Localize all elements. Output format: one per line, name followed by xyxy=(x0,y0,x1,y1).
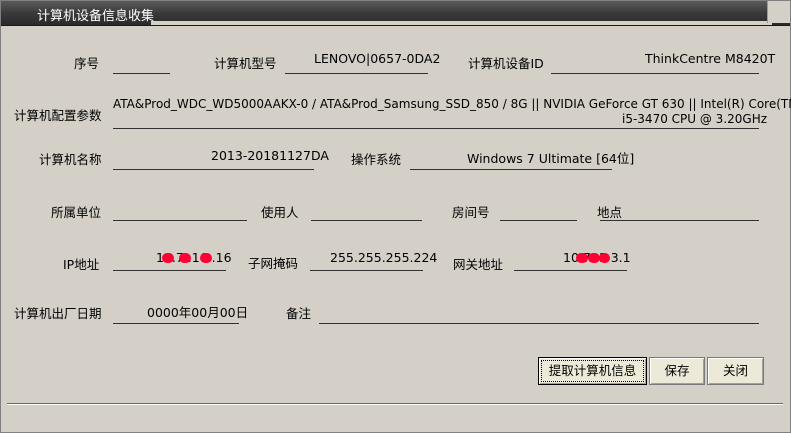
ip-label: IP地址 xyxy=(63,257,100,272)
user-label: 使用人 xyxy=(261,205,299,220)
mask-field[interactable]: 255.255.255.224 xyxy=(330,250,437,265)
device-id-field[interactable]: ThinkCentre M8420T xyxy=(645,51,775,66)
title-bar[interactable]: 计算机设备信息收集 xyxy=(1,1,790,26)
config-label: 计算机配置参数 xyxy=(14,108,102,123)
room-underline xyxy=(500,220,577,221)
save-button[interactable]: 保存 xyxy=(649,357,705,385)
gateway-redaction-3 xyxy=(599,253,610,263)
model-underline xyxy=(285,73,428,74)
ip-redaction-3 xyxy=(200,253,212,263)
ip-redaction-1 xyxy=(162,253,174,263)
os-label: 操作系统 xyxy=(351,152,402,167)
os-field[interactable]: Windows 7 Ultimate [64位] xyxy=(467,148,634,167)
date-underline xyxy=(113,323,239,324)
gateway-label: 网关地址 xyxy=(453,257,504,272)
device-id-underline xyxy=(551,73,759,74)
bottom-separator xyxy=(7,403,783,405)
ip-underline xyxy=(113,270,226,271)
note-underline xyxy=(319,323,759,324)
location-label: 地点 xyxy=(597,205,623,220)
window-title: 计算机设备信息收集 xyxy=(37,9,155,24)
name-underline xyxy=(113,169,314,170)
mask-label: 子网掩码 xyxy=(248,256,299,271)
config-line2[interactable]: i5-3470 CPU @ 3.20GHz xyxy=(622,112,767,126)
dept-label: 所属单位 xyxy=(51,205,102,220)
room-label: 房间号 xyxy=(452,205,490,220)
name-field[interactable]: 2013-20181127DA xyxy=(211,148,329,163)
model-field[interactable]: LENOVO|0657-0DA2 xyxy=(314,51,440,66)
location-underline xyxy=(600,220,759,221)
serial-underline xyxy=(113,73,170,74)
os-underline xyxy=(410,169,612,170)
config-line1[interactable]: ATA&Prod_WDC_WD5000AAKX-0 / ATA&Prod_Sam… xyxy=(113,97,791,111)
model-label: 计算机型号 xyxy=(214,56,277,71)
close-button[interactable]: 关闭 xyxy=(707,357,764,385)
mask-underline xyxy=(310,270,423,271)
device-id-label: 计算机设备ID xyxy=(468,56,544,71)
date-label: 计算机出厂日期 xyxy=(14,306,102,321)
window-close-icon[interactable] xyxy=(767,1,790,23)
title-separator xyxy=(151,21,772,25)
note-label: 备注 xyxy=(286,306,312,321)
serial-label: 序号 xyxy=(74,56,100,71)
gateway-underline xyxy=(514,270,627,271)
user-underline xyxy=(311,220,422,221)
dialog-window: 计算机设备信息收集 序号 计算机型号 LENOVO|0657-0DA2 计算机设… xyxy=(0,0,791,433)
name-label: 计算机名称 xyxy=(39,152,102,167)
gateway-redaction-1 xyxy=(576,253,588,263)
dept-underline xyxy=(113,220,247,221)
config-underline xyxy=(113,128,759,129)
ip-redaction-2 xyxy=(179,253,191,263)
fetch-computer-info-button[interactable]: 提取计算机信息 xyxy=(538,357,647,385)
date-field[interactable]: 0000年00月00日 xyxy=(147,302,248,321)
